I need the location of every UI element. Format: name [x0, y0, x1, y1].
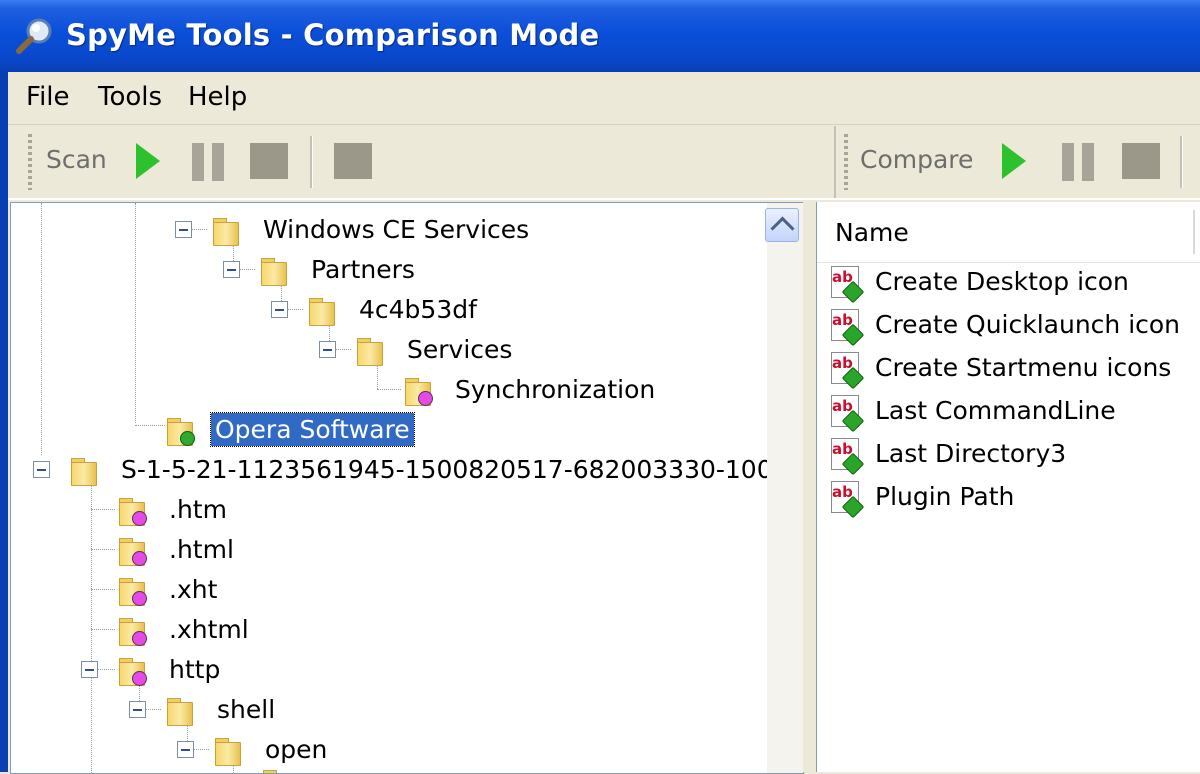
tree-node[interactable]: .xhtml — [11, 609, 761, 649]
collapse-icon[interactable] — [271, 301, 288, 318]
folder-changed-icon — [403, 375, 433, 406]
folder-added-icon — [165, 415, 195, 446]
magnifier-icon — [16, 18, 52, 54]
column-header-label: Name — [835, 218, 909, 247]
folder-icon — [259, 255, 287, 286]
folder-icon — [165, 695, 193, 726]
toolbar-divider — [834, 126, 836, 198]
tree-node-label: Services — [407, 335, 513, 364]
folder-changed-icon — [117, 575, 147, 606]
collapse-icon[interactable] — [33, 461, 50, 478]
tree-node-selected[interactable]: Opera Software — [11, 409, 761, 449]
pane-splitter[interactable] — [803, 200, 816, 772]
folder-changed-icon — [117, 615, 147, 646]
folder-changed-icon — [117, 655, 147, 686]
tree-node[interactable]: S-1-5-21-1123561945-1500820517-682003330… — [11, 449, 801, 489]
folder-icon — [355, 335, 383, 366]
window-title: SpyMe Tools - Comparison Mode — [66, 18, 600, 52]
menu-file[interactable]: File — [26, 82, 70, 112]
tree-node[interactable]: .html — [11, 529, 761, 569]
toolbar-separator — [1180, 136, 1183, 188]
tree-node-label: 4c4b53df — [359, 295, 477, 324]
tree-node-label: shell — [217, 695, 276, 724]
folder-changed-icon — [117, 535, 147, 566]
pause-icon-bar — [1082, 143, 1094, 181]
string-value-icon: ab — [829, 395, 865, 433]
tree-node[interactable]: shell — [11, 689, 761, 729]
tree-node-label: .html — [169, 535, 234, 564]
tree-node[interactable]: http — [11, 649, 761, 689]
pause-icon-bar — [212, 143, 224, 181]
folder-icon — [261, 767, 289, 773]
tree-node[interactable]: Windows CE Services — [11, 209, 761, 249]
title-bar[interactable]: SpyMe Tools - Comparison Mode — [0, 0, 1200, 72]
pause-icon — [192, 143, 204, 181]
tree-scrollbar[interactable] — [765, 203, 803, 773]
string-value-icon: ab — [829, 352, 865, 390]
toolbar: Scan Compare — [8, 126, 1200, 200]
collapse-icon[interactable] — [319, 341, 336, 358]
folder-icon — [213, 735, 241, 766]
tree-node-label: .xhtml — [169, 615, 249, 644]
values-list[interactable]: Name ab Create Desktop icon ab Create Qu… — [816, 202, 1200, 772]
list-item-label: Create Quicklaunch icon — [875, 310, 1181, 339]
scroll-up-button[interactable] — [765, 208, 799, 242]
registry-tree[interactable]: Windows CE Services Partners 4c4b53df Se… — [10, 202, 804, 774]
list-item-label: Last CommandLine — [875, 396, 1116, 425]
tree-node[interactable]: Synchronization — [11, 369, 761, 409]
play-icon — [1002, 143, 1026, 179]
list-item-label: Create Desktop icon — [875, 267, 1129, 296]
collapse-icon[interactable] — [223, 261, 240, 278]
tree-node[interactable]: Partners — [11, 249, 761, 289]
compare-label: Compare — [860, 145, 974, 174]
toolbar-grip[interactable] — [844, 134, 848, 190]
collapse-icon[interactable] — [129, 701, 146, 718]
list-item-label: Create Startmenu icons — [875, 353, 1172, 382]
column-divider[interactable] — [1193, 210, 1195, 254]
folder-icon — [307, 295, 335, 326]
collapse-icon[interactable] — [175, 221, 192, 238]
tree-node-label: http — [169, 655, 221, 684]
collapse-icon[interactable] — [81, 661, 98, 678]
folder-changed-icon — [117, 495, 147, 526]
tree-node-label: .htm — [169, 495, 227, 524]
scan-stop-button[interactable] — [250, 143, 288, 179]
compare-stop-button[interactable] — [1122, 143, 1160, 179]
tree-node[interactable]: .xht — [11, 569, 761, 609]
tree-node[interactable]: .htm — [11, 489, 761, 529]
tree-node-label: .xht — [169, 575, 218, 604]
toolbar-separator — [310, 136, 313, 188]
toolbar-grip[interactable] — [28, 134, 32, 190]
tree-node-label: Synchronization — [455, 375, 656, 404]
tree-node[interactable]: Services — [11, 329, 761, 369]
tree-node-label: Windows CE Services — [263, 215, 530, 244]
menu-help[interactable]: Help — [188, 82, 247, 112]
string-value-icon: ab — [829, 438, 865, 476]
list-item-label: Plugin Path — [875, 482, 1015, 511]
folder-icon — [69, 455, 97, 486]
scan-extra-button[interactable] — [334, 143, 372, 179]
play-icon — [136, 143, 160, 179]
string-value-icon: ab — [829, 266, 865, 304]
collapse-icon[interactable] — [177, 741, 194, 758]
string-value-icon: ab — [829, 481, 865, 519]
list-item-label: Last Directory3 — [875, 439, 1067, 468]
menu-tools[interactable]: Tools — [98, 82, 162, 112]
chevron-up-icon — [770, 216, 795, 241]
tree-node-label: Partners — [311, 255, 415, 284]
tree-node[interactable]: 4c4b53df — [11, 289, 761, 329]
window-frame-left — [0, 72, 8, 772]
tree-node-label: Opera Software — [210, 412, 415, 447]
tree-node[interactable]: open — [11, 729, 761, 769]
column-header-name[interactable]: Name — [817, 202, 1200, 263]
tree-node-label: open — [265, 735, 328, 764]
string-value-icon: ab — [829, 309, 865, 347]
menu-bar: File Tools Help — [8, 72, 1200, 125]
scan-label: Scan — [46, 145, 107, 174]
pause-icon — [1062, 143, 1074, 181]
folder-icon — [211, 215, 239, 246]
tree-node-label: S-1-5-21-1123561945-1500820517-682003330… — [121, 455, 802, 484]
